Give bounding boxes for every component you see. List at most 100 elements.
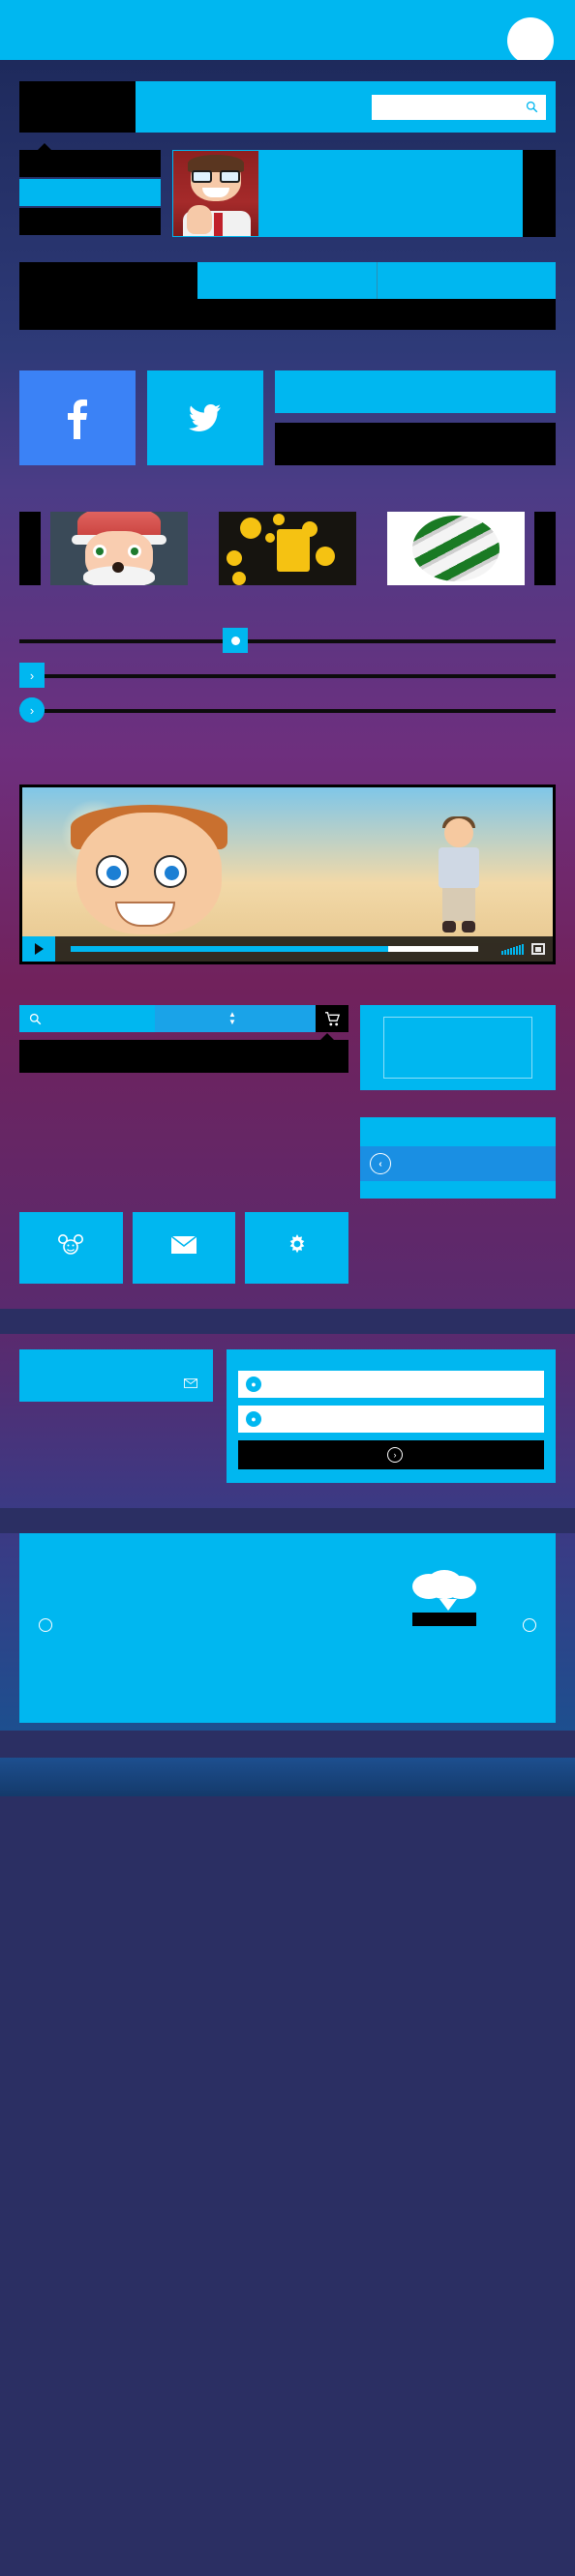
video-character-eye-left [96, 855, 129, 888]
page-root: ‹ › ‹ › [0, 0, 575, 1796]
submenu-item-3[interactable] [19, 208, 161, 235]
page-header [0, 0, 575, 67]
slider-single[interactable] [19, 624, 556, 659]
sort-arrows-icon: ▲ ▼ [228, 1010, 236, 1026]
download-area [412, 1570, 476, 1626]
video-character-eye-right [154, 855, 187, 888]
free-badge [504, 15, 557, 67]
video-player[interactable] [19, 785, 556, 964]
calendar-grid [360, 1181, 556, 1199]
button-3[interactable] [252, 81, 368, 133]
tile-games[interactable] [19, 1212, 123, 1284]
search-icon [526, 101, 538, 113]
button-bar [19, 81, 556, 133]
section-band-1 [0, 60, 575, 347]
carousel-thumb-2[interactable] [219, 512, 356, 585]
tab-3[interactable] [377, 262, 556, 299]
carousel-thumbnails [50, 512, 525, 585]
slider-handle-right[interactable]: › [19, 663, 45, 688]
follow-button[interactable] [523, 150, 556, 237]
download-button[interactable] [412, 1613, 476, 1626]
chevron-right-icon: › [387, 1447, 403, 1463]
cart-search-field[interactable] [19, 1005, 155, 1032]
play-button[interactable] [22, 936, 55, 962]
send-button[interactable] [29, 1371, 203, 1390]
section-band-3: ‹ › ‹ › [0, 487, 575, 754]
fullscreen-icon[interactable] [531, 943, 545, 955]
lock-icon: ● [246, 1411, 261, 1427]
slider-track [19, 674, 556, 678]
search-input[interactable] [379, 101, 526, 113]
login-panel: ● ● › [227, 1349, 556, 1483]
calendar-month-bar: ‹ [360, 1146, 556, 1181]
tab-2[interactable] [197, 262, 378, 299]
button-2[interactable] [136, 81, 252, 133]
skills-login-row: ● ● › [19, 1334, 556, 1483]
metro-slider-next[interactable] [523, 1618, 536, 1632]
profile-info [259, 150, 523, 237]
twitter-icon [189, 404, 221, 431]
mickey-icon [58, 1234, 84, 1255]
tab-1[interactable] [19, 262, 198, 299]
profile-row [19, 133, 556, 237]
social-row [19, 347, 556, 465]
drag-drop-zone[interactable] [360, 1005, 556, 1090]
cart-table-header [19, 1040, 348, 1073]
tab-list [19, 262, 556, 299]
twitter-button[interactable] [147, 370, 263, 465]
profile-card [172, 150, 556, 237]
state-button-group [275, 370, 556, 465]
tile-mail[interactable] [132, 1212, 236, 1284]
slider-handle-right[interactable]: › [19, 697, 45, 723]
section-band-2 [0, 347, 575, 487]
button-1[interactable] [19, 81, 136, 133]
slider-track [19, 709, 556, 713]
slider-range-square[interactable]: ‹ › [19, 659, 556, 694]
cloud-download-icon [412, 1570, 476, 1611]
carousel-thumb-1[interactable] [50, 512, 188, 585]
password-field[interactable]: ● [238, 1406, 544, 1433]
username-field[interactable]: ● [238, 1371, 544, 1398]
submenu-item-1[interactable] [19, 150, 161, 177]
tiles-row [19, 1212, 349, 1284]
gear-icon [289, 1234, 305, 1254]
tile-settings[interactable] [245, 1212, 349, 1284]
cart-button[interactable] [316, 1005, 348, 1032]
cart-category-dropdown[interactable]: ▲ ▼ [155, 1005, 316, 1032]
slider-handle[interactable] [223, 628, 248, 653]
shopping-cart-icon [324, 1011, 340, 1025]
user-icon: ● [246, 1377, 261, 1392]
pagination [19, 585, 556, 603]
submenu-notch [37, 143, 52, 151]
submenu [19, 143, 161, 237]
calendar-prev-button[interactable]: ‹ [370, 1153, 391, 1174]
carousel-next-button[interactable] [534, 512, 556, 585]
video-progress-bar[interactable] [71, 946, 478, 952]
search-field[interactable] [372, 94, 546, 120]
section-band-5: ▲ ▼ ‹ [0, 984, 575, 1309]
cart-table [19, 1033, 348, 1073]
cart-notch [319, 1033, 335, 1041]
submenu-item-2[interactable] [19, 179, 161, 206]
metro-slider-prev[interactable] [39, 1618, 52, 1632]
carousel-prev-button[interactable] [19, 512, 41, 585]
normal-state-button[interactable] [275, 370, 556, 413]
login-button[interactable]: › [238, 1440, 544, 1469]
envelope-icon [170, 1235, 197, 1254]
video-character-second [433, 816, 485, 942]
facebook-button[interactable] [19, 370, 136, 465]
drag-drop-dashed-area [383, 1017, 532, 1079]
video-controls [22, 936, 553, 962]
search-icon [29, 1013, 42, 1024]
active-state-button[interactable] [275, 423, 556, 465]
avatar [173, 151, 258, 236]
skills-panel [19, 1349, 213, 1402]
tab-panel-content [19, 299, 556, 330]
metro-slider [19, 1533, 556, 1723]
envelope-icon [184, 1378, 197, 1388]
volume-control[interactable] [494, 943, 531, 955]
calendar-today-label [360, 1117, 556, 1146]
slider-range-round[interactable]: ‹ › [19, 694, 556, 728]
carousel-thumb-3[interactable] [387, 512, 525, 585]
slider-track [19, 639, 556, 643]
